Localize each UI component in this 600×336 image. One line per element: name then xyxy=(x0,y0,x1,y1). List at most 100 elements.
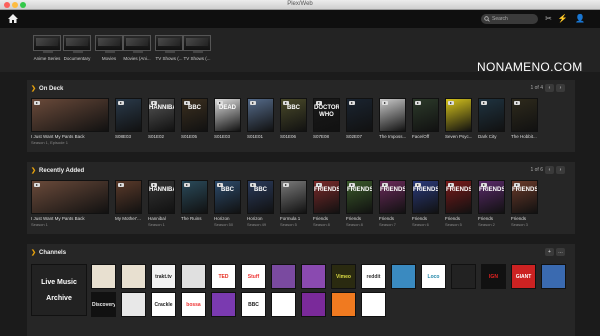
media-card[interactable] xyxy=(346,98,373,132)
media-card[interactable] xyxy=(280,180,307,214)
card-title[interactable]: The Imposs... xyxy=(379,134,406,139)
card-title[interactable]: Hannibal xyxy=(148,216,175,221)
card-title[interactable]: Friends xyxy=(445,216,472,221)
user-menu-icon[interactable]: 👤 xyxy=(573,14,587,24)
media-card[interactable]: FRIENDS xyxy=(412,180,439,214)
media-card[interactable] xyxy=(445,98,472,132)
channel-tile[interactable] xyxy=(121,264,146,289)
channel-tile[interactable]: bossa xyxy=(181,292,206,317)
play-icon[interactable] xyxy=(34,101,40,105)
channel-tile[interactable] xyxy=(301,292,326,317)
tools-icon[interactable]: ✂ xyxy=(543,14,554,24)
channel-tile[interactable] xyxy=(181,264,206,289)
card-title[interactable]: S01E05 xyxy=(181,134,208,139)
media-card[interactable]: FRIENDS xyxy=(313,180,340,214)
card-title[interactable]: Horizon xyxy=(247,216,274,221)
next-page-button[interactable]: › xyxy=(556,166,565,174)
home-icon[interactable] xyxy=(7,13,19,24)
channel-tile[interactable] xyxy=(301,264,326,289)
channel-tile[interactable]: BBC xyxy=(241,292,266,317)
card-title[interactable]: Friends xyxy=(379,216,406,221)
media-card[interactable] xyxy=(247,98,274,132)
media-card[interactable] xyxy=(31,180,109,214)
more-options-button[interactable]: … xyxy=(556,248,565,256)
channel-tile[interactable] xyxy=(271,292,296,317)
card-title[interactable]: I Just Want My Pants Back xyxy=(31,134,109,139)
library-item[interactable]: Movies xyxy=(95,35,123,61)
play-icon[interactable] xyxy=(34,183,40,187)
media-card[interactable] xyxy=(181,180,208,214)
play-icon[interactable] xyxy=(250,101,256,105)
card-title[interactable]: Formula 1 xyxy=(280,216,307,221)
add-channel-button[interactable]: + xyxy=(545,248,554,256)
media-card[interactable]: BBC xyxy=(280,98,307,132)
search-input[interactable]: Search xyxy=(481,14,538,24)
card-title[interactable]: Friends xyxy=(346,216,373,221)
play-icon[interactable] xyxy=(283,183,289,187)
channel-tile[interactable]: trakt.tv xyxy=(151,264,176,289)
card-title[interactable]: The Hobbit... xyxy=(511,134,538,139)
media-card[interactable]: BBC xyxy=(247,180,274,214)
channel-tile[interactable] xyxy=(541,264,566,289)
channel-tile[interactable]: Vimeo xyxy=(331,264,356,289)
card-title[interactable]: S01E01 xyxy=(247,134,274,139)
channel-tile[interactable] xyxy=(451,264,476,289)
card-title[interactable]: My Mother'... xyxy=(115,216,142,221)
media-card[interactable] xyxy=(478,98,505,132)
card-title[interactable]: S07E08 xyxy=(313,134,340,139)
channel-tile[interactable] xyxy=(331,292,356,317)
channels-heading[interactable]: ❯ Channels xyxy=(31,249,66,256)
card-title[interactable]: I Just Want My Pants Back xyxy=(31,216,109,221)
card-title[interactable]: Horizon xyxy=(214,216,241,221)
play-icon[interactable] xyxy=(382,101,388,105)
play-icon[interactable] xyxy=(514,101,520,105)
on-deck-heading[interactable]: ❯ On Deck xyxy=(31,85,63,92)
media-card[interactable] xyxy=(412,98,439,132)
channel-tile[interactable] xyxy=(391,264,416,289)
card-title[interactable]: Seven Psyc... xyxy=(445,134,472,139)
media-card[interactable]: HANNIBAL xyxy=(148,98,175,132)
play-icon[interactable] xyxy=(349,101,355,105)
media-card[interactable] xyxy=(115,98,142,132)
next-page-button[interactable]: › xyxy=(556,84,565,92)
channel-tile[interactable]: Live Music Archive xyxy=(31,264,87,316)
media-card[interactable] xyxy=(31,98,109,132)
channel-tile[interactable] xyxy=(271,264,296,289)
channel-tile[interactable]: reddit xyxy=(361,264,386,289)
channel-tile[interactable] xyxy=(121,292,146,317)
card-title[interactable]: S01E03 xyxy=(214,134,241,139)
card-title[interactable]: The Ruins xyxy=(181,216,208,221)
media-card[interactable]: FRIENDS xyxy=(511,180,538,214)
channel-tile[interactable] xyxy=(361,292,386,317)
card-title[interactable]: S01E02 xyxy=(148,134,175,139)
channel-tile[interactable]: IGN xyxy=(481,264,506,289)
play-icon[interactable] xyxy=(118,101,124,105)
channel-tile[interactable] xyxy=(211,292,236,317)
media-card[interactable]: BBC xyxy=(181,98,208,132)
media-card[interactable]: HANNIBAL xyxy=(148,180,175,214)
media-card[interactable]: FRIENDS xyxy=(346,180,373,214)
play-icon[interactable] xyxy=(118,183,124,187)
play-icon[interactable] xyxy=(184,183,190,187)
prev-page-button[interactable]: ‹ xyxy=(545,84,554,92)
media-card[interactable]: DOCTOR WHO xyxy=(313,98,340,132)
channel-tile[interactable] xyxy=(91,264,116,289)
channel-tile[interactable]: GIANT BOMB xyxy=(511,264,536,289)
card-title[interactable]: Friends xyxy=(478,216,505,221)
card-title[interactable]: S08E03 xyxy=(115,134,142,139)
play-icon[interactable] xyxy=(481,101,487,105)
recently-added-heading[interactable]: ❯ Recently Added xyxy=(31,167,84,174)
play-icon[interactable] xyxy=(415,101,421,105)
media-card[interactable]: FRIENDS xyxy=(379,180,406,214)
channel-tile[interactable]: TED xyxy=(211,264,236,289)
prev-page-button[interactable]: ‹ xyxy=(545,166,554,174)
channel-tile[interactable]: Stuff xyxy=(241,264,266,289)
media-card[interactable] xyxy=(511,98,538,132)
media-card[interactable]: FRIENDS xyxy=(478,180,505,214)
channel-tile[interactable]: Crackle xyxy=(151,292,176,317)
library-item[interactable]: TV Shows (... xyxy=(155,35,183,61)
card-title[interactable]: Dark City xyxy=(478,134,505,139)
card-title[interactable]: Friends xyxy=(511,216,538,221)
card-title[interactable]: S01E06 xyxy=(280,134,307,139)
library-item[interactable]: Anime Series xyxy=(33,35,61,61)
